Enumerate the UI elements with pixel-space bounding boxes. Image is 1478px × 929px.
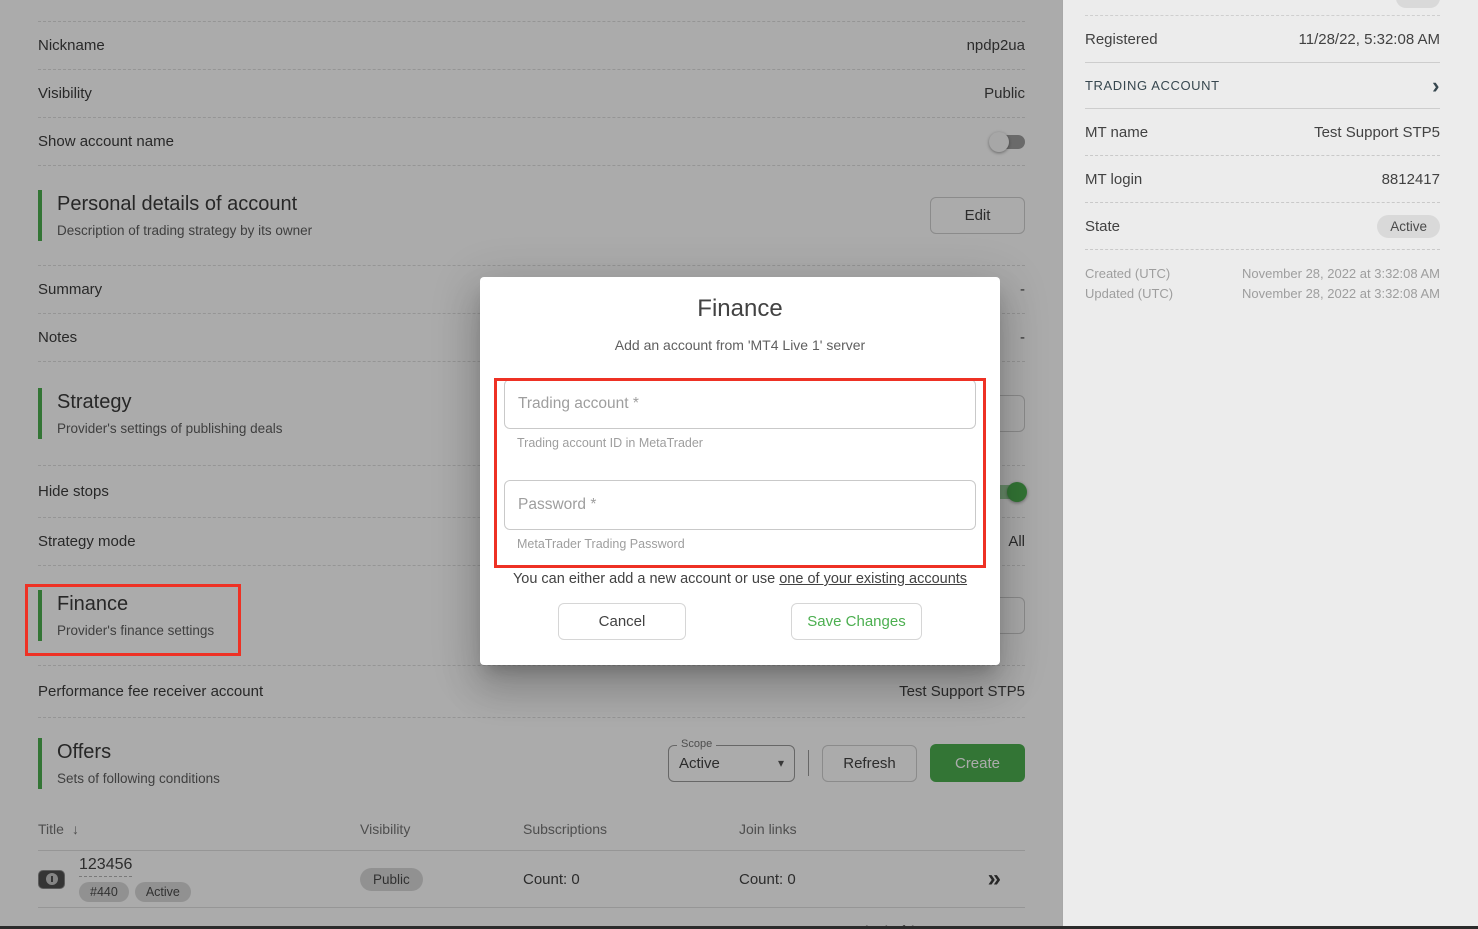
screen: Nickname npdp2ua Visibility Public Show …	[0, 0, 1478, 929]
trading-account-panel: Registered 11/28/22, 5:32:08 AM TRADING …	[1062, 0, 1478, 929]
trading-account-helper: Trading account ID in MetaTrader	[517, 436, 976, 450]
password-field-group: MetaTrader Trading Password	[504, 480, 976, 551]
dialog-subtitle: Add an account from 'MT4 Live 1' server	[504, 337, 976, 353]
panel-row-state: State Active	[1085, 203, 1440, 250]
note-text: You can either add a new account or use	[513, 571, 779, 587]
panel-label: MT name	[1085, 124, 1148, 141]
meta-value: November 28, 2022 at 3:32:08 AM	[1242, 284, 1440, 304]
dialog-note: You can either add a new account or use …	[504, 571, 976, 587]
panel-value: 11/28/22, 5:32:08 AM	[1299, 31, 1441, 48]
panel-label: Registered	[1085, 31, 1158, 48]
panel-meta: Created (UTC) November 28, 2022 at 3:32:…	[1085, 250, 1440, 304]
password-helper: MetaTrader Trading Password	[517, 537, 976, 551]
panel-meta-created: Created (UTC) November 28, 2022 at 3:32:…	[1085, 264, 1440, 284]
meta-value: November 28, 2022 at 3:32:08 AM	[1242, 264, 1440, 284]
panel-label: State	[1085, 218, 1120, 235]
panel-section-title: TRADING ACCOUNT	[1085, 78, 1220, 93]
save-changes-button[interactable]: Save Changes	[791, 603, 922, 640]
panel-row-mt-name: MT name Test Support STP5	[1085, 109, 1440, 156]
panel-row-registered: Registered 11/28/22, 5:32:08 AM	[1085, 16, 1440, 63]
chevron-right-icon: ›	[1432, 75, 1440, 97]
panel-row-mt-login: MT login 8812417	[1085, 156, 1440, 203]
existing-accounts-link[interactable]: one of your existing accounts	[779, 571, 967, 587]
trading-account-input[interactable]	[504, 379, 976, 429]
status-badge	[1396, 0, 1440, 8]
password-input[interactable]	[504, 480, 976, 530]
cancel-button[interactable]: Cancel	[558, 603, 686, 640]
panel-meta-updated: Updated (UTC) November 28, 2022 at 3:32:…	[1085, 284, 1440, 304]
meta-label: Updated (UTC)	[1085, 284, 1173, 304]
trading-account-field-group: Trading account ID in MetaTrader	[504, 379, 976, 450]
trading-account-header[interactable]: TRADING ACCOUNT ›	[1085, 63, 1440, 109]
finance-dialog: Finance Add an account from 'MT4 Live 1'…	[480, 277, 1000, 665]
state-badge: Active	[1377, 215, 1440, 238]
panel-value: 8812417	[1382, 171, 1440, 188]
dialog-actions: Cancel Save Changes	[504, 603, 976, 640]
panel-value: Test Support STP5	[1314, 124, 1440, 141]
meta-label: Created (UTC)	[1085, 264, 1170, 284]
panel-label: MT login	[1085, 171, 1142, 188]
dialog-title: Finance	[504, 293, 976, 325]
